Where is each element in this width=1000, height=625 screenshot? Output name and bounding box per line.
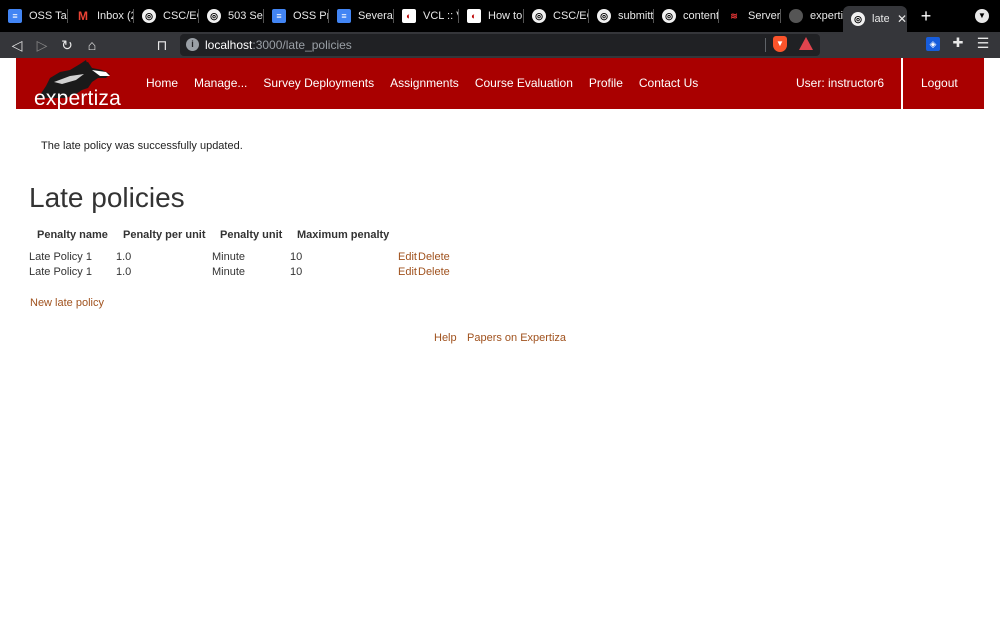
browser-tab[interactable]: ≋ Server — [719, 0, 781, 32]
nav-contact-us[interactable]: Contact Us — [639, 76, 698, 90]
bookmark-icon[interactable]: ⊓ — [152, 35, 172, 55]
logout-link[interactable]: Logout — [921, 76, 958, 90]
penalty-per-unit: 1.0 — [116, 251, 132, 263]
papers-on-expertiza-link[interactable]: Papers on Expertiza — [467, 332, 566, 344]
close-icon[interactable]: ✕ — [897, 12, 907, 26]
vcl-icon: ◐ — [402, 9, 416, 23]
browser-tab[interactable]: ≡ Several — [329, 0, 394, 32]
penalty-name: Late Policy 1 — [29, 266, 92, 278]
browser-tab-strip: ≡OSS Tas MInbox (2 ◎CSC/EC ◎503 Ser ≡OSS… — [0, 0, 1000, 32]
gmail-icon: M — [78, 9, 88, 23]
brave-shields-icon[interactable]: ▼ — [773, 36, 787, 52]
expertiza-logo[interactable]: expertiza — [28, 60, 138, 110]
maximum-penalty: 10 — [290, 251, 303, 263]
extensions-icon[interactable]: ✚ — [950, 35, 966, 51]
globe-icon: ◎ — [207, 9, 221, 23]
stackoverflow-icon: ≋ — [730, 10, 738, 21]
flash-message: The late policy was successfully updated… — [41, 140, 243, 152]
browser-tab[interactable]: M Inbox (2 — [68, 0, 134, 32]
nav-profile[interactable]: Profile — [589, 76, 623, 90]
globe-icon: ◎ — [851, 12, 865, 26]
browser-toolbar: ◁ ▷ ↻ ⌂ ⊓ i localhost:3000/late_policies — [0, 32, 1000, 58]
main-nav: Home Manage... Survey Deployments Assign… — [146, 76, 714, 90]
delete-link[interactable]: Delete — [418, 251, 450, 263]
penalty-unit: Minute — [212, 266, 246, 278]
browser-tab[interactable]: expertiz — [781, 0, 843, 32]
vcl-icon: ◐ — [467, 9, 481, 23]
penalty-per-unit: 1.0 — [116, 266, 132, 278]
brave-rewards-icon[interactable] — [799, 37, 813, 50]
column-header: Penalty per unit — [123, 229, 206, 241]
address-bar[interactable]: i localhost:3000/late_policies — [180, 34, 820, 56]
globe-icon: ◎ — [142, 9, 156, 23]
nav-course-evaluation[interactable]: Course Evaluation — [475, 76, 573, 90]
nav-home[interactable]: Home — [146, 76, 178, 90]
browser-tab[interactable]: ◎ 503 Ser — [199, 0, 264, 32]
home-icon[interactable]: ⌂ — [82, 35, 102, 55]
forward-icon[interactable]: ▷ — [32, 35, 52, 55]
globe-icon: ◎ — [532, 9, 546, 23]
tab-search-icon[interactable]: ▼ — [975, 9, 989, 23]
globe-icon: ◎ — [662, 9, 676, 23]
browser-tab[interactable]: ◎ content — [654, 0, 719, 32]
column-header: Maximum penalty — [297, 229, 390, 241]
reload-icon[interactable]: ↻ — [57, 35, 77, 55]
url-text: localhost:3000/late_policies — [205, 38, 352, 52]
delete-link[interactable]: Delete — [418, 266, 450, 278]
back-icon[interactable]: ◁ — [7, 35, 27, 55]
penalty-unit: Minute — [212, 251, 246, 263]
github-icon — [789, 9, 803, 23]
browser-tab[interactable]: ≡ OSS Tas — [0, 0, 68, 32]
globe-icon: ◎ — [597, 9, 611, 23]
help-link[interactable]: Help — [434, 332, 457, 344]
google-docs-icon: ≡ — [8, 9, 22, 23]
nav-manage[interactable]: Manage... — [194, 76, 247, 90]
google-docs-icon: ≡ — [337, 9, 351, 23]
browser-tab[interactable]: ◐VCL :: V — [394, 0, 459, 32]
browser-tab[interactable]: ◐ How to — [459, 0, 524, 32]
page-title: Late policies — [29, 182, 185, 213]
browser-tab[interactable]: ◎CSC/EC — [524, 0, 589, 32]
maximum-penalty: 10 — [290, 266, 303, 278]
browser-tab[interactable]: ◎CSC/EC — [134, 0, 199, 32]
column-header: Penalty name — [37, 229, 108, 241]
nav-survey-deployments[interactable]: Survey Deployments — [263, 76, 374, 90]
app-header: expertiza Home Manage... Survey Deployme… — [16, 58, 984, 110]
browser-tab-active[interactable]: ◎late_✕ — [843, 6, 907, 32]
menu-icon[interactable]: ☰ — [975, 35, 991, 51]
edit-link[interactable]: Edit — [398, 266, 417, 278]
nav-assignments[interactable]: Assignments — [390, 76, 459, 90]
site-info-icon[interactable]: i — [186, 38, 199, 51]
browser-tab[interactable]: ◎submitte — [589, 0, 654, 32]
column-header: Penalty unit — [220, 229, 283, 241]
new-late-policy-link[interactable]: New late policy — [30, 297, 104, 309]
browser-tab[interactable]: ≡OSS Pro — [264, 0, 329, 32]
bitwarden-icon[interactable]: ◈ — [926, 37, 940, 51]
edit-link[interactable]: Edit — [398, 251, 417, 263]
current-user: User: instructor6 — [796, 76, 885, 90]
new-tab-button[interactable]: + — [916, 6, 936, 26]
google-docs-icon: ≡ — [272, 9, 286, 23]
penalty-name: Late Policy 1 — [29, 251, 92, 263]
